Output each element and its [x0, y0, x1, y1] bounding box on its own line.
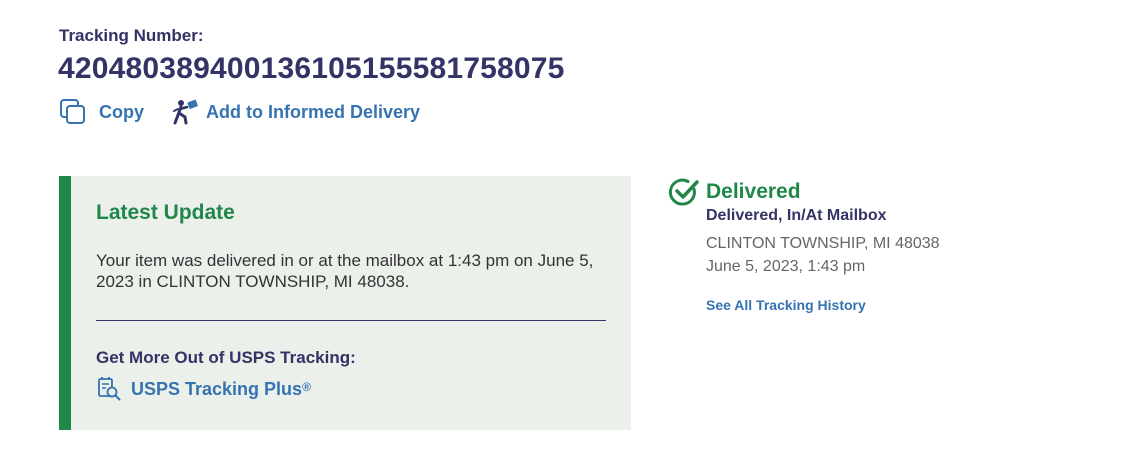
tracking-plus-label: USPS Tracking Plus	[131, 378, 303, 399]
mail-carrier-icon	[172, 98, 200, 126]
copy-icon	[59, 98, 87, 126]
latest-update-title: Latest Update	[96, 201, 235, 224]
copy-button[interactable]: Copy	[59, 98, 144, 126]
more-tracking-label: Get More Out of USPS Tracking:	[96, 348, 356, 367]
divider	[96, 320, 606, 321]
status-header: Delivered	[668, 176, 801, 208]
status-datetime: June 5, 2023, 1:43 pm	[706, 258, 866, 275]
informed-delivery-label: Add to Informed Delivery	[206, 101, 421, 122]
tracking-actions: Copy Add to Informed Delivery	[59, 98, 420, 126]
latest-update-text: Your item was delivered in or at the mai…	[96, 251, 594, 291]
status-location: CLINTON TOWNSHIP, MI 48038	[706, 235, 940, 252]
tracking-plus-icon	[96, 376, 122, 402]
latest-update-panel: Latest Update Your item was delivered in…	[59, 176, 631, 430]
registered-mark: ®	[302, 380, 311, 394]
usps-tracking-plus-link[interactable]: USPS Tracking Plus ®	[96, 376, 311, 402]
tracking-number: 420480389400136105155581758075	[58, 52, 565, 85]
check-circle-icon	[668, 176, 700, 208]
delivery-status: Delivered Delivered, In/At Mailbox CLINT…	[668, 176, 940, 313]
see-all-tracking-history-link[interactable]: See All Tracking History	[706, 297, 866, 313]
tracking-number-label: Tracking Number:	[59, 26, 204, 45]
status-title: Delivered	[706, 180, 801, 203]
status-subtitle: Delivered, In/At Mailbox	[706, 207, 887, 224]
add-to-informed-delivery-button[interactable]: Add to Informed Delivery	[172, 98, 420, 126]
copy-label: Copy	[99, 101, 144, 122]
